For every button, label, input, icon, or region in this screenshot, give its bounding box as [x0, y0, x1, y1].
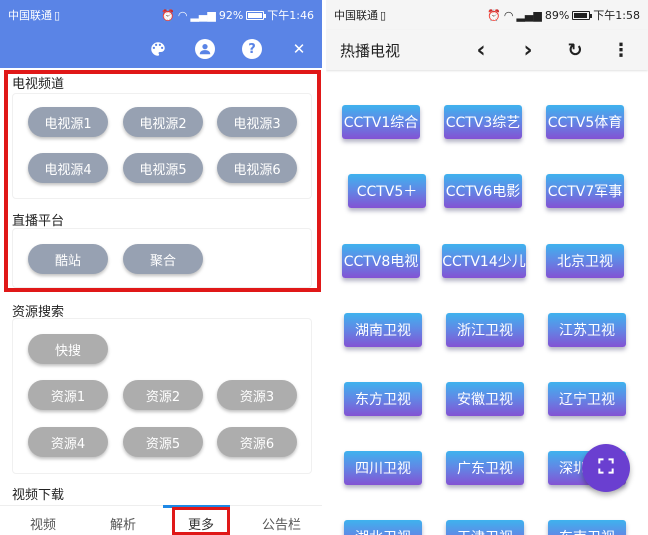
channel-button[interactable]: 东方卫视: [344, 382, 422, 416]
signal-icon: ▂▄▆: [516, 8, 542, 22]
resource-button-4[interactable]: 资源4: [28, 427, 108, 457]
channel-button[interactable]: 湖北卫视: [344, 520, 422, 535]
channel-button[interactable]: CCTV5＋: [348, 174, 426, 208]
fullscreen-icon: [596, 456, 616, 480]
right-phone-screen: 中国联通 ▯ ⏰ ◠ ▂▄▆ 89% 下午1:58 热播电视 ‹ › ↻ ⋮ C…: [326, 0, 648, 535]
resource-button-3[interactable]: 资源3: [217, 380, 297, 410]
channel-button[interactable]: 天津卫视: [446, 520, 524, 535]
resource-button-6[interactable]: 资源6: [217, 427, 297, 457]
resource-button-2[interactable]: 资源2: [123, 380, 203, 410]
channel-button[interactable]: 北京卫视: [546, 244, 624, 278]
more-icon[interactable]: ⋮: [609, 38, 633, 62]
sim-icon: ▯: [380, 8, 387, 22]
channel-button[interactable]: CCTV3综艺: [444, 105, 522, 139]
nav-parse[interactable]: 解析: [110, 514, 136, 533]
quick-search-button[interactable]: 快搜: [28, 334, 108, 364]
channel-button[interactable]: 辽宁卫视: [548, 382, 626, 416]
resource-button-1[interactable]: 资源1: [28, 380, 108, 410]
clock: 下午1:46: [267, 9, 314, 22]
alarm-icon: ⏰: [161, 8, 175, 22]
top-toolbar: ? ✕: [0, 30, 322, 68]
status-bar: 中国联通 ▯ ⏰ ◠ ▂▄▆ 89% 下午1:58: [326, 0, 648, 30]
palette-icon[interactable]: [148, 39, 168, 59]
channel-button[interactable]: CCTV8电视: [342, 244, 420, 278]
app-bar: 热播电视 ‹ › ↻ ⋮: [326, 30, 648, 70]
left-phone-screen: 中国联通 ▯ ⏰ ◠ ▂▄▆ 92% 下午1:46 ? ✕ 电视频道 电视源1 …: [0, 0, 322, 535]
channel-button[interactable]: 浙江卫视: [446, 313, 524, 347]
channel-button[interactable]: 湖南卫视: [344, 313, 422, 347]
clock: 下午1:58: [593, 9, 640, 22]
bottom-nav: 视频 解析 更多 公告栏: [0, 505, 322, 535]
channel-button[interactable]: 东南卫视: [548, 520, 626, 535]
forward-icon[interactable]: ›: [516, 38, 540, 63]
battery-percent: 89%: [544, 8, 570, 22]
help-icon[interactable]: ?: [242, 39, 262, 59]
video-download-title: 视频下载: [12, 488, 65, 503]
resource-button-5[interactable]: 资源5: [123, 427, 203, 457]
nav-video[interactable]: 视频: [30, 514, 56, 533]
page-title: 热播电视: [340, 42, 401, 60]
channel-button[interactable]: CCTV5体育: [546, 105, 624, 139]
signal-icon: ▂▄▆: [190, 8, 216, 22]
account-icon[interactable]: [195, 39, 215, 59]
status-bar: 中国联通 ▯ ⏰ ◠ ▂▄▆ 92% 下午1:46: [0, 0, 322, 30]
close-icon[interactable]: ✕: [289, 39, 309, 59]
fullscreen-button[interactable]: [582, 444, 630, 492]
channel-button[interactable]: 安徽卫视: [446, 382, 524, 416]
wifi-icon: ◠: [503, 8, 514, 22]
channel-button[interactable]: CCTV7军事: [546, 174, 624, 208]
carrier-label: 中国联通: [334, 9, 378, 22]
nav-highlight-box: [172, 507, 230, 535]
nav-announcements[interactable]: 公告栏: [262, 514, 301, 533]
resource-search-card: 快搜 资源1 资源2 资源3 资源4 资源5 资源6: [12, 318, 312, 474]
channel-button[interactable]: CCTV6电影: [444, 174, 522, 208]
channel-button[interactable]: 江苏卫视: [548, 313, 626, 347]
battery-icon: [572, 10, 593, 20]
channel-button[interactable]: 四川卫视: [344, 451, 422, 485]
back-icon[interactable]: ‹: [469, 38, 493, 63]
channel-button[interactable]: CCTV14少儿: [442, 244, 526, 278]
refresh-icon[interactable]: ↻: [563, 38, 587, 62]
sim-icon: ▯: [54, 8, 61, 22]
carrier-label: 中国联通: [8, 9, 52, 22]
battery-icon: [246, 10, 267, 20]
alarm-icon: ⏰: [487, 8, 501, 22]
highlight-box: [4, 70, 321, 292]
channel-button[interactable]: CCTV1综合: [342, 105, 420, 139]
battery-percent: 92%: [218, 8, 244, 22]
channel-button[interactable]: 广东卫视: [446, 451, 524, 485]
wifi-icon: ◠: [177, 8, 188, 22]
